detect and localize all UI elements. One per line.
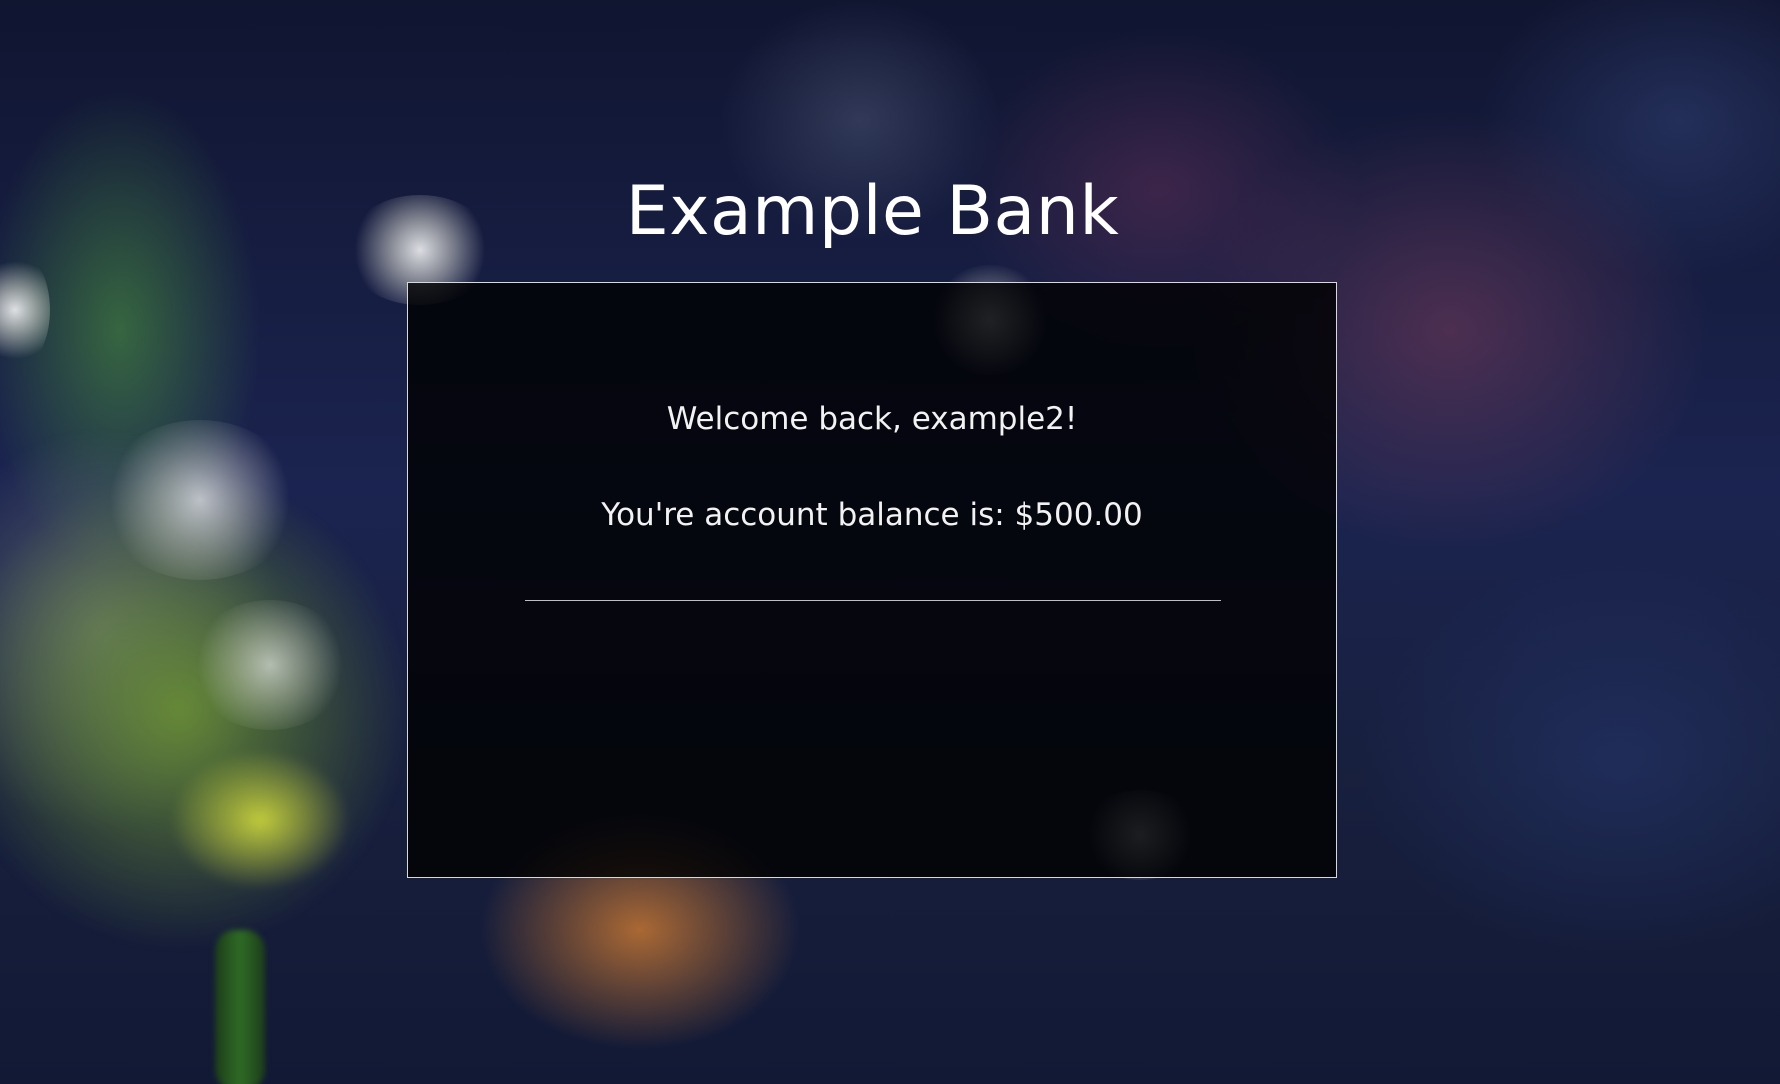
divider (525, 600, 1221, 601)
page-title: Example Bank (625, 172, 1120, 251)
account-panel: Welcome back, example2! You're account b… (407, 282, 1337, 878)
seed-puff (190, 600, 350, 730)
welcome-message: Welcome back, example2! (666, 401, 1078, 437)
flower-stem (215, 930, 265, 1084)
seed-puff (100, 420, 300, 580)
account-balance: You're account balance is: $500.00 (601, 497, 1143, 533)
